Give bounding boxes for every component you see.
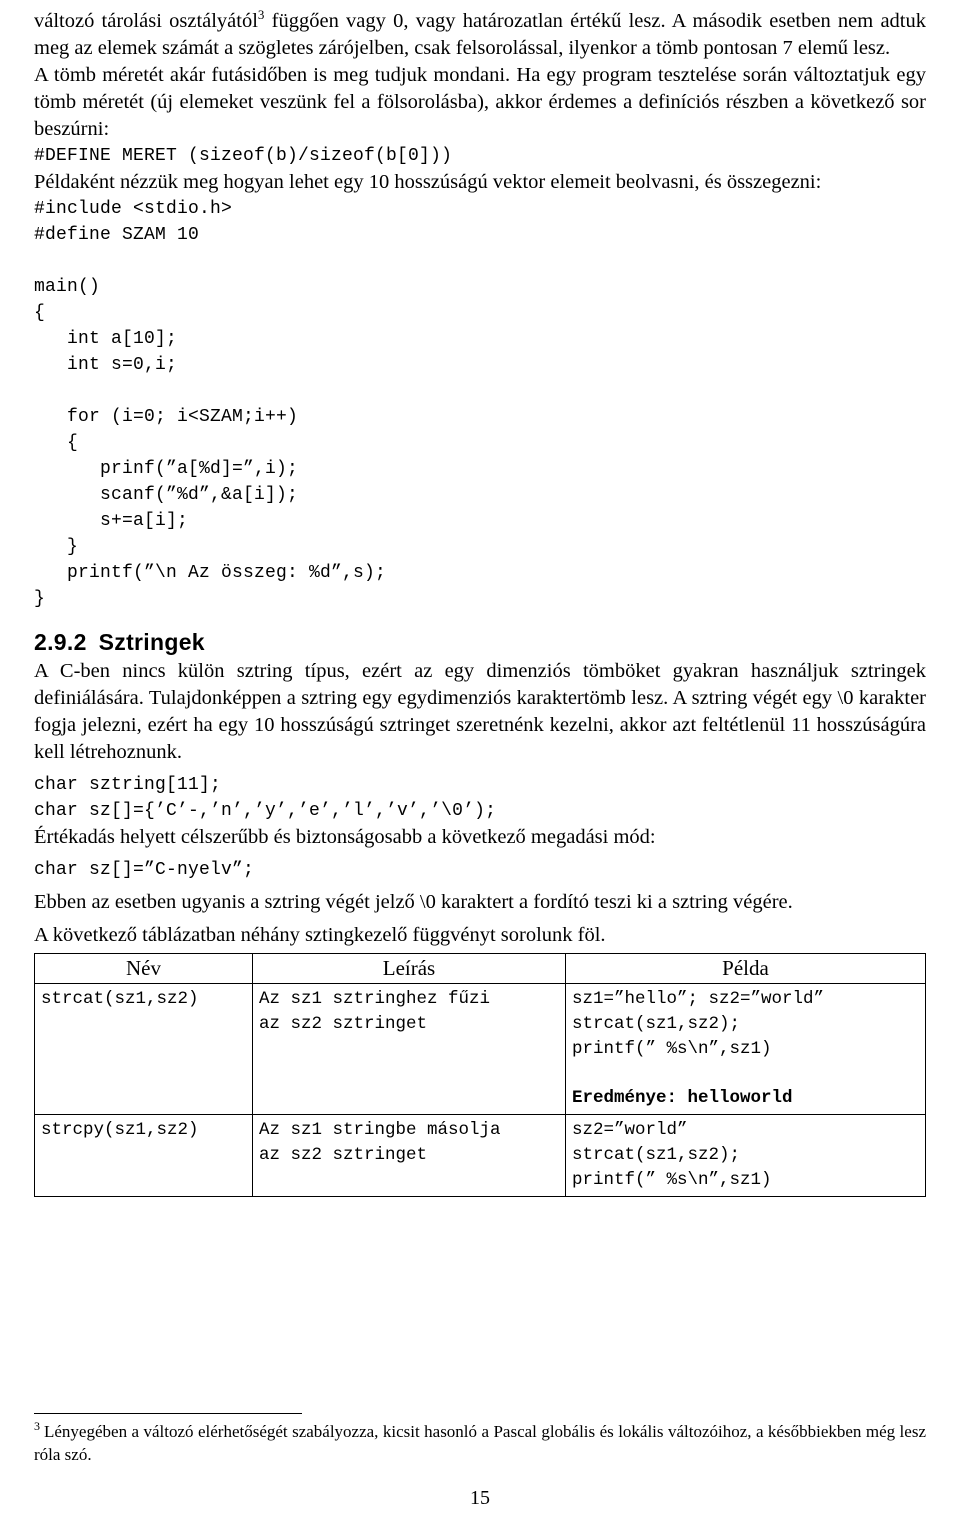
table-row: strcat(sz1,sz2) Az sz1 sztringhez fűzi a…: [34, 983, 926, 1115]
cell-function-desc: Az sz1 stringbe másolja az sz2 sztringet: [252, 1114, 566, 1197]
paragraph-example-intro: Példaként nézzük meg hogyan lehet egy 10…: [34, 171, 822, 193]
table-header-row: Név Leírás Példa: [34, 953, 926, 984]
table-header-desc: Leírás: [252, 953, 566, 984]
code-sztring-declaration: char sztring[11]; char sz[]={’C’-,’n’,’y…: [34, 775, 497, 821]
section-number: 2.9.2: [34, 629, 87, 655]
paragraph-intro-part1: változó tárolási osztályától: [34, 10, 258, 32]
footnote-separator: [34, 1413, 302, 1414]
code-sztring-init: char sz[]=”C-nyelv”;: [34, 860, 255, 880]
document-page: változó tárolási osztályától3 függően va…: [0, 0, 960, 1522]
table-header-name: Név: [34, 953, 253, 984]
paragraph-null-terminator: Ebben az esetben ugyanis a sztring végét…: [34, 891, 793, 913]
paragraph-table-intro: A következő táblázatban néhány sztingkez…: [34, 924, 606, 946]
paragraph-assignment: Értékadás helyett célszerűbb és biztonsá…: [34, 826, 656, 848]
code-define-meret: #DEFINE MERET (sizeof(b)/sizeof(b[0])): [34, 146, 453, 166]
footnote-area: 3 Lényegében a változó elérhetőségét szab…: [34, 1413, 926, 1466]
code-main-program: #include <stdio.h> #define SZAM 10 main(…: [34, 199, 387, 609]
cell-function-example: sz2=”world” strcat(sz1,sz2); printf(” %s…: [565, 1114, 926, 1197]
section-title: Sztringek: [98, 629, 205, 655]
example-code: sz1=”hello”; sz2=”world” strcat(sz1,sz2)…: [572, 989, 825, 1059]
paragraph-intro: változó tárolási osztályától3 függően va…: [34, 8, 926, 62]
page-number: 15: [470, 1487, 490, 1509]
cell-function-desc: Az sz1 sztringhez fűzi az sz2 sztringet: [252, 983, 566, 1115]
footnote-mark: 3: [34, 1419, 40, 1434]
table-header-example: Példa: [565, 953, 926, 984]
footnote-text: 3 Lényegében a változó elérhetőségét szab…: [34, 1420, 926, 1466]
string-functions-table: Név Leírás Példa strcat(sz1,sz2) Az sz1 …: [34, 953, 926, 1197]
cell-function-name: strcat(sz1,sz2): [34, 983, 253, 1115]
table-row: strcpy(sz1,sz2) Az sz1 stringbe másolja …: [34, 1114, 926, 1197]
section-heading-sztringek: 2.9.2 Sztringek: [34, 626, 926, 658]
cell-function-name: strcpy(sz1,sz2): [34, 1114, 253, 1197]
cell-function-example: sz1=”hello”; sz2=”world” strcat(sz1,sz2)…: [565, 983, 926, 1115]
footnote-body: Lényegében a változó elérhetőségét szabá…: [34, 1422, 926, 1464]
paragraph-array-size: A tömb méretét akár futásidőben is meg t…: [34, 64, 926, 140]
example-result: Eredménye: helloworld: [572, 1088, 793, 1108]
paragraph-sztring-desc: A C-ben nincs külön sztring típus, ezért…: [34, 660, 926, 763]
